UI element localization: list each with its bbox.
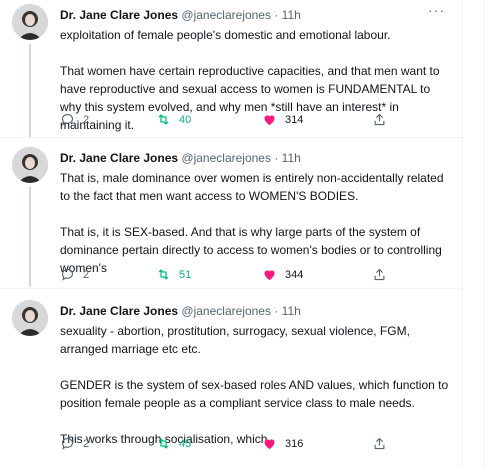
tweet-actions: 2 45 316 bbox=[60, 436, 400, 454]
tweet-header: Dr. Jane Clare Jones @janeclarejones · 1… bbox=[60, 304, 301, 318]
thread-connector bbox=[29, 187, 31, 287]
author-name[interactable]: Dr. Jane Clare Jones bbox=[60, 8, 178, 22]
retweet-count: 40 bbox=[179, 113, 192, 126]
avatar[interactable] bbox=[12, 147, 48, 183]
reply-count: 2 bbox=[83, 268, 90, 281]
heart-icon bbox=[264, 270, 275, 281]
tweet-paragraph: That is, male dominance over women is en… bbox=[60, 171, 444, 203]
retweet-icon bbox=[158, 114, 169, 125]
retweet-button[interactable]: 51 bbox=[156, 267, 191, 282]
like-count: 344 bbox=[285, 268, 304, 281]
retweet-icon bbox=[158, 269, 169, 280]
author-handle[interactable]: @janeclarejones bbox=[181, 304, 271, 318]
avatar[interactable] bbox=[12, 300, 48, 336]
retweet-button[interactable]: 45 bbox=[156, 436, 191, 451]
more-options-button[interactable]: ··· bbox=[428, 2, 445, 18]
like-button[interactable]: 316 bbox=[262, 436, 303, 451]
avatar[interactable] bbox=[12, 4, 48, 40]
tweet-actions: 2 40 314 bbox=[60, 112, 400, 130]
reply-icon bbox=[61, 268, 74, 281]
retweet-count: 45 bbox=[179, 437, 192, 450]
tweet-header: Dr. Jane Clare Jones @janeclarejones · 1… bbox=[60, 8, 301, 22]
timestamp[interactable]: 11h bbox=[282, 8, 301, 22]
tweet[interactable]: Dr. Jane Clare Jones @janeclarejones · 1… bbox=[0, 143, 462, 287]
retweet-button[interactable]: 40 bbox=[156, 112, 191, 127]
heart-icon bbox=[264, 115, 275, 126]
reply-button[interactable]: 2 bbox=[60, 112, 89, 127]
author-handle[interactable]: @janeclarejones bbox=[181, 8, 271, 22]
share-button[interactable] bbox=[372, 436, 387, 451]
author-name[interactable]: Dr. Jane Clare Jones bbox=[60, 151, 178, 165]
divider bbox=[0, 288, 462, 289]
like-button[interactable]: 344 bbox=[262, 267, 303, 282]
tweet-text: That is, male dominance over women is en… bbox=[60, 169, 450, 277]
heart-icon bbox=[264, 439, 275, 450]
like-count: 316 bbox=[285, 437, 304, 450]
separator: · bbox=[274, 304, 279, 318]
tweet[interactable]: Dr. Jane Clare Jones @janeclarejones · 1… bbox=[0, 0, 462, 137]
tweet-paragraph: exploitation of female people's domestic… bbox=[60, 28, 391, 42]
tweet-paragraph: GENDER is the system of sex-based roles … bbox=[60, 378, 449, 410]
divider bbox=[0, 137, 462, 138]
separator: · bbox=[274, 151, 279, 165]
column-border bbox=[483, 0, 484, 468]
reply-count: 2 bbox=[83, 437, 90, 450]
tweet-paragraph: sexuality - abortion, prostitution, surr… bbox=[60, 324, 410, 356]
tweet-actions: 2 51 344 bbox=[60, 267, 400, 285]
reply-button[interactable]: 2 bbox=[60, 436, 89, 451]
reply-button[interactable]: 2 bbox=[60, 267, 89, 282]
tweet-text: sexuality - abortion, prostitution, surr… bbox=[60, 322, 450, 448]
author-handle[interactable]: @janeclarejones bbox=[181, 151, 271, 165]
share-button[interactable] bbox=[372, 267, 387, 282]
share-icon bbox=[374, 437, 385, 450]
thread-connector bbox=[29, 44, 31, 137]
reply-count: 2 bbox=[83, 113, 90, 126]
reply-icon bbox=[61, 113, 74, 126]
like-count: 314 bbox=[285, 113, 304, 126]
timestamp[interactable]: 11h bbox=[282, 151, 301, 165]
reply-icon bbox=[61, 437, 74, 450]
share-button[interactable] bbox=[372, 112, 387, 127]
retweet-count: 51 bbox=[179, 268, 192, 281]
tweet-header: Dr. Jane Clare Jones @janeclarejones · 1… bbox=[60, 151, 301, 165]
author-name[interactable]: Dr. Jane Clare Jones bbox=[60, 304, 178, 318]
share-icon bbox=[374, 113, 385, 126]
timestamp[interactable]: 11h bbox=[282, 304, 301, 318]
separator: · bbox=[274, 8, 279, 22]
retweet-icon bbox=[158, 438, 169, 449]
like-button[interactable]: 314 bbox=[262, 112, 303, 127]
tweet[interactable]: Dr. Jane Clare Jones @janeclarejones · 1… bbox=[0, 296, 462, 468]
right-gutter bbox=[463, 0, 490, 468]
share-icon bbox=[374, 268, 385, 281]
tweet-thread: Dr. Jane Clare Jones @janeclarejones · 1… bbox=[0, 0, 463, 468]
